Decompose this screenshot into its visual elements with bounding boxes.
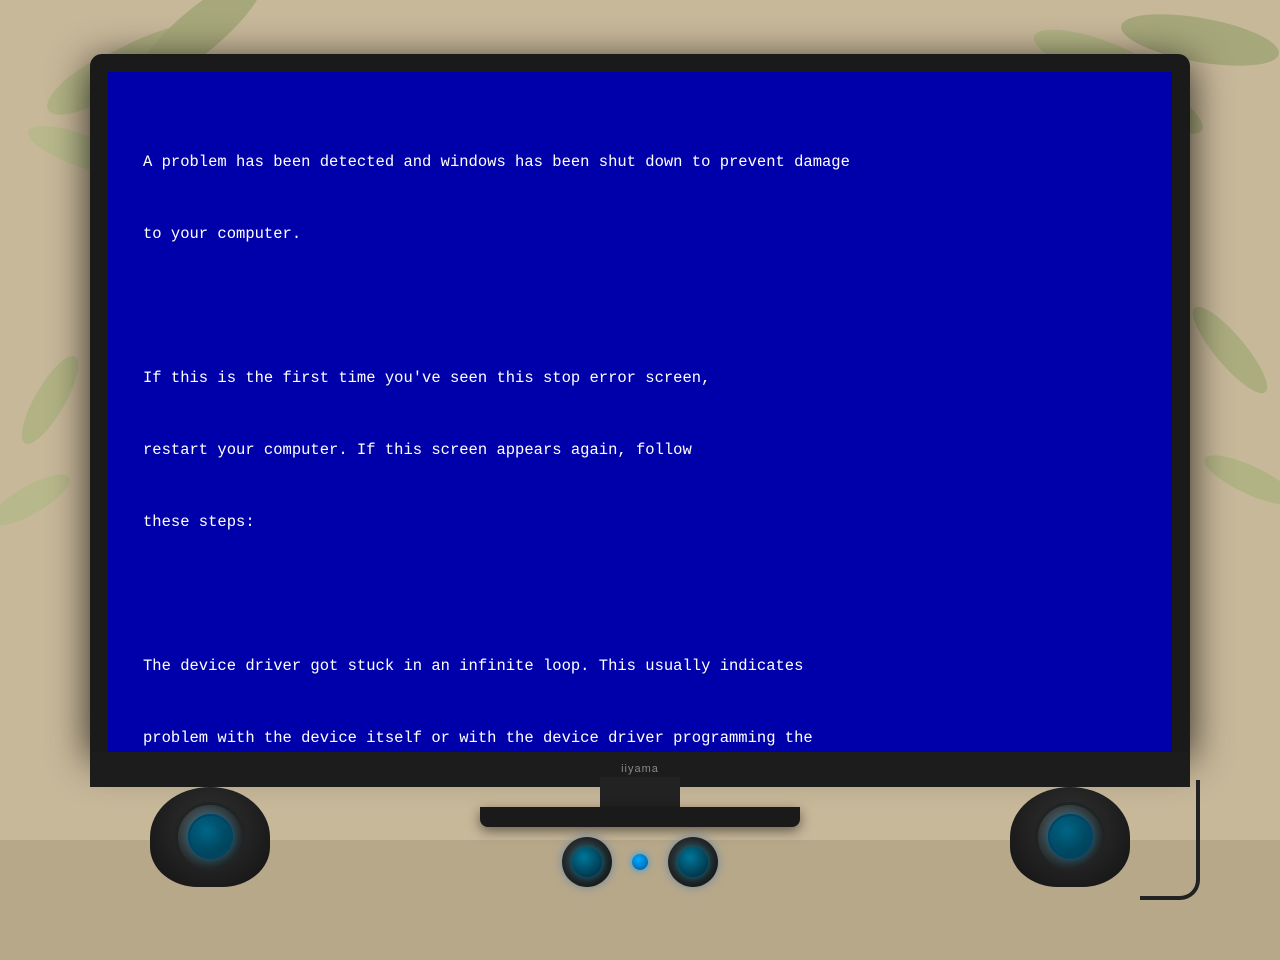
bsod-line-4: restart your computer. If this screen ap…	[143, 438, 1137, 462]
monitor-neck	[600, 777, 680, 807]
right-speaker-ring	[1035, 802, 1105, 872]
left-speaker	[150, 787, 270, 887]
bsod-line-2: to your computer.	[143, 222, 1137, 246]
bsod-line-1: A problem has been detected and windows …	[143, 150, 1137, 174]
bsod-line-6: The device driver got stuck in an infini…	[143, 654, 1137, 678]
right-subwoofer-cone-small	[678, 847, 708, 877]
monitor-brand-label: iiyama	[621, 763, 659, 775]
left-subwoofer-small	[562, 837, 612, 887]
left-subwoofer-cone-small	[572, 847, 602, 877]
front-devices	[562, 837, 718, 887]
right-speaker-cone	[1048, 814, 1093, 859]
speakers-area	[90, 777, 1190, 887]
power-cable	[1140, 780, 1200, 900]
left-speaker-cone	[188, 814, 233, 859]
bsod-spacer-1	[143, 294, 1137, 318]
left-speaker-ring	[175, 802, 245, 872]
bsod-line-3: If this is the first time you've seen th…	[143, 366, 1137, 390]
bsod-content: A problem has been detected and windows …	[143, 102, 1137, 752]
right-subwoofer-small	[668, 837, 718, 887]
bsod-line-5: these steps:	[143, 510, 1137, 534]
monitor-base	[480, 807, 800, 827]
bsod-screen: A problem has been detected and windows …	[108, 72, 1172, 752]
monitor-stand	[480, 777, 800, 887]
right-speaker	[1010, 787, 1130, 887]
monitor-bezel: A problem has been detected and windows …	[90, 54, 1190, 752]
bsod-line-7: problem with the device itself or with t…	[143, 726, 1137, 750]
bsod-spacer-2	[143, 582, 1137, 606]
power-led	[632, 854, 648, 870]
